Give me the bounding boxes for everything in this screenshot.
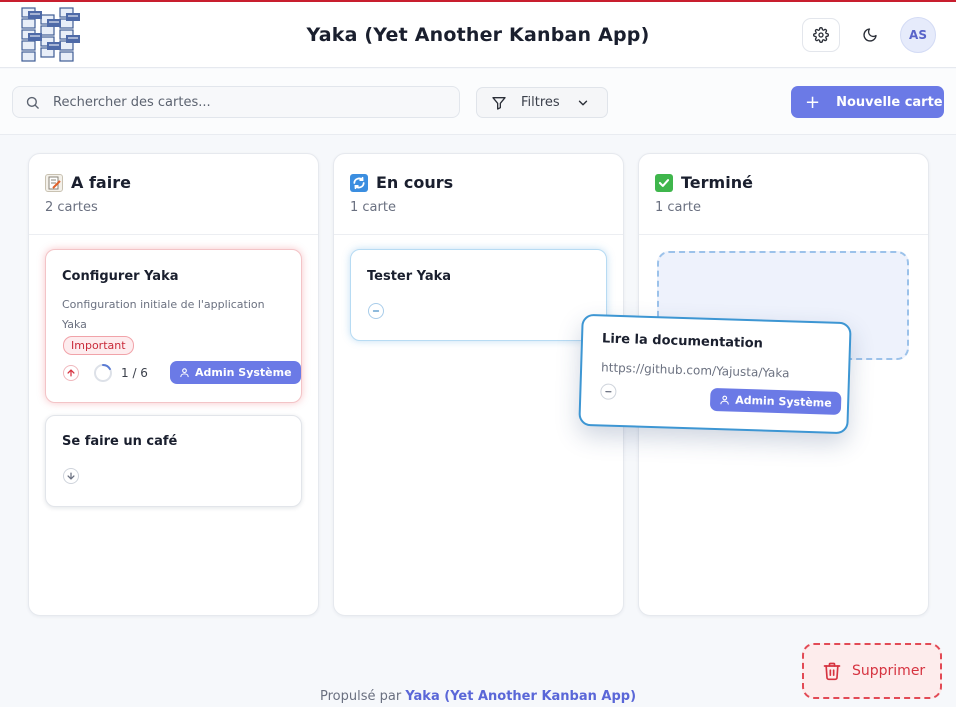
column-card-count: 1 carte <box>350 200 396 215</box>
priority-normal-icon <box>368 303 384 319</box>
card-title: Lire la documentation <box>601 331 764 352</box>
user-icon <box>180 368 189 378</box>
new-card-button[interactable]: + Nouvelle carte <box>791 86 944 118</box>
check-mark-icon <box>655 173 673 192</box>
column-header: En cours 1 carte <box>334 154 623 235</box>
progress-ring <box>94 364 112 382</box>
card-title: Tester Yaka <box>367 269 452 284</box>
column-title: A faire <box>71 173 131 192</box>
search-box <box>12 86 460 118</box>
filter-icon <box>492 96 506 110</box>
footer-prefix: Propulsé par <box>319 689 402 704</box>
new-card-label: Nouvelle carte <box>836 94 943 110</box>
user-avatar[interactable]: AS <box>900 17 936 53</box>
search-icon <box>26 96 39 109</box>
settings-button[interactable] <box>802 18 840 52</box>
plus-icon: + <box>805 91 821 113</box>
filters-label: Filtres <box>521 95 560 110</box>
card-title: Configurer Yaka <box>62 269 179 284</box>
column-header: A faire 2 cartes <box>29 154 318 235</box>
column-title: Terminé <box>681 173 753 192</box>
user-icon <box>720 395 729 405</box>
assignee-name: Admin Système <box>195 366 292 379</box>
refresh-icon <box>350 173 368 192</box>
progress-text: 1 / 6 <box>121 366 148 380</box>
assignee-name: Admin Système <box>734 393 832 410</box>
delete-label: Supprimer <box>852 663 926 679</box>
priority-normal-icon <box>600 383 617 400</box>
column-card-count: 1 carte <box>655 200 701 215</box>
filters-button[interactable]: Filtres <box>476 87 608 118</box>
tag-important: Important <box>63 336 134 355</box>
memo-icon <box>45 173 63 192</box>
card-tester-yaka[interactable]: Tester Yaka <box>350 249 607 341</box>
priority-high-icon <box>63 365 79 381</box>
card-description: https://github.com/Yajusta/Yaka <box>600 360 790 381</box>
gear-icon <box>813 27 829 43</box>
theme-toggle-button[interactable] <box>851 18 889 52</box>
card-title: Se faire un café <box>62 434 178 449</box>
toolbar: Filtres + Nouvelle carte <box>0 69 956 135</box>
assignee-badge: Admin Système <box>170 361 301 384</box>
moon-icon <box>863 28 877 42</box>
search-input[interactable] <box>53 87 453 117</box>
column-title: En cours <box>376 173 454 192</box>
assignee-badge: Admin Système <box>709 387 842 415</box>
card-se-faire-un-cafe[interactable]: Se faire un café <box>45 415 302 507</box>
card-configurer-yaka[interactable]: Configurer Yaka Configuration initiale d… <box>45 249 302 403</box>
footer-link[interactable]: Yaka (Yet Another Kanban App) <box>405 689 636 704</box>
dragging-card-lire-la-documentation[interactable]: Lire la documentation https://github.com… <box>578 313 852 435</box>
column-card-count: 2 cartes <box>45 200 98 215</box>
card-description: Configuration initiale de l'application … <box>62 298 265 331</box>
priority-low-icon <box>63 468 79 484</box>
chevron-down-icon <box>578 100 587 105</box>
app-header: Yaka (Yet Another Kanban App) AS <box>0 2 956 68</box>
footer: Propulsé par Yaka (Yet Another Kanban Ap… <box>0 689 956 704</box>
column-header: Terminé 1 carte <box>639 154 928 235</box>
trash-icon <box>823 662 841 681</box>
